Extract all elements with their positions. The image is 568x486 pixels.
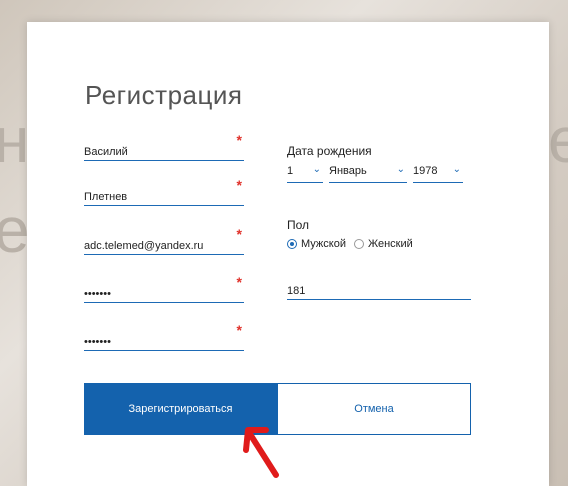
required-mark: * (236, 132, 242, 148)
registration-dialog: Регистрация Василий * Плетнев * adc.tele… (27, 22, 549, 486)
birth-date-label: Дата рождения (287, 144, 372, 158)
chevron-down-icon: ⌄ (452, 164, 461, 175)
background-text-left-2: е (0, 194, 30, 266)
gender-male-label[interactable]: Мужской (301, 238, 346, 250)
birth-month-value: Январь (329, 165, 367, 177)
birth-year-value: 1978 (413, 165, 438, 177)
password-confirm-field[interactable]: ••••••• * (84, 322, 244, 351)
required-mark: * (236, 177, 242, 193)
password-value: ••••••• (84, 288, 111, 300)
extra-input-field[interactable]: 181 (287, 275, 471, 300)
last-name-field[interactable]: Плетнев * (84, 177, 244, 206)
birth-day-value: 1 (287, 165, 294, 177)
gender-radio-group: Мужской Женский (287, 238, 413, 250)
background-text-right: е (548, 104, 568, 176)
required-mark: * (236, 226, 242, 242)
chevron-down-icon: ⌄ (312, 164, 321, 175)
password-confirm-value: ••••••• (84, 336, 111, 348)
birth-day-select[interactable]: 1 ⌄ (287, 162, 323, 183)
email-value: adc.telemed@yandex.ru (84, 240, 204, 252)
password-field[interactable]: ••••••• * (84, 274, 244, 303)
background-text-left: н (0, 104, 30, 176)
birth-year-select[interactable]: 1978 ⌄ (413, 162, 463, 183)
cancel-button[interactable]: Отмена (277, 383, 471, 435)
gender-male-radio[interactable] (287, 239, 297, 249)
chevron-down-icon: ⌄ (396, 164, 405, 175)
first-name-field[interactable]: Василий * (84, 132, 244, 161)
email-field[interactable]: adc.telemed@yandex.ru * (84, 226, 244, 255)
gender-label: Пол (287, 218, 310, 232)
birth-month-select[interactable]: Январь ⌄ (329, 162, 407, 183)
dialog-title: Регистрация (85, 80, 243, 110)
annotation-arrow-icon (243, 427, 279, 478)
gender-female-label[interactable]: Женский (368, 238, 413, 250)
required-mark: * (236, 322, 242, 338)
required-mark: * (236, 274, 242, 290)
extra-input-value: 181 (287, 285, 306, 297)
last-name-value: Плетнев (84, 191, 128, 203)
first-name-value: Василий (84, 146, 128, 158)
gender-female-radio[interactable] (353, 239, 364, 249)
